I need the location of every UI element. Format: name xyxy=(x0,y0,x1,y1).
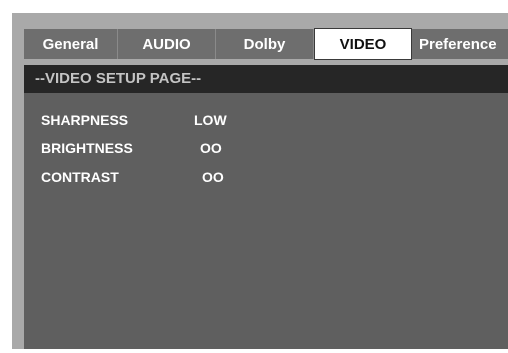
settings-panel: SHARPNESS LOW BRIGHTNESS OO CONTRAST OO xyxy=(24,93,508,349)
page-title: --VIDEO SETUP PAGE-- xyxy=(35,70,202,87)
tab-audio[interactable]: AUDIO xyxy=(118,29,216,59)
setting-row-contrast[interactable]: CONTRAST OO xyxy=(24,169,508,191)
setting-value-contrast[interactable]: OO xyxy=(202,169,224,185)
setting-label-contrast: CONTRAST xyxy=(41,169,119,185)
tab-dolby[interactable]: Dolby xyxy=(216,29,314,59)
page-title-bar: --VIDEO SETUP PAGE-- xyxy=(24,65,508,93)
setup-tab-bar: General AUDIO Dolby VIDEO Preference xyxy=(24,28,508,60)
setting-row-sharpness[interactable]: SHARPNESS LOW xyxy=(24,112,508,134)
setting-row-brightness[interactable]: BRIGHTNESS OO xyxy=(24,140,508,162)
tab-video[interactable]: VIDEO xyxy=(314,28,412,60)
setting-label-brightness: BRIGHTNESS xyxy=(41,140,133,156)
setting-value-sharpness[interactable]: LOW xyxy=(194,112,227,128)
setting-label-sharpness: SHARPNESS xyxy=(41,112,129,128)
setting-value-brightness[interactable]: OO xyxy=(200,140,222,156)
tab-preference[interactable]: Preference xyxy=(412,29,508,59)
tab-general[interactable]: General xyxy=(24,29,118,59)
